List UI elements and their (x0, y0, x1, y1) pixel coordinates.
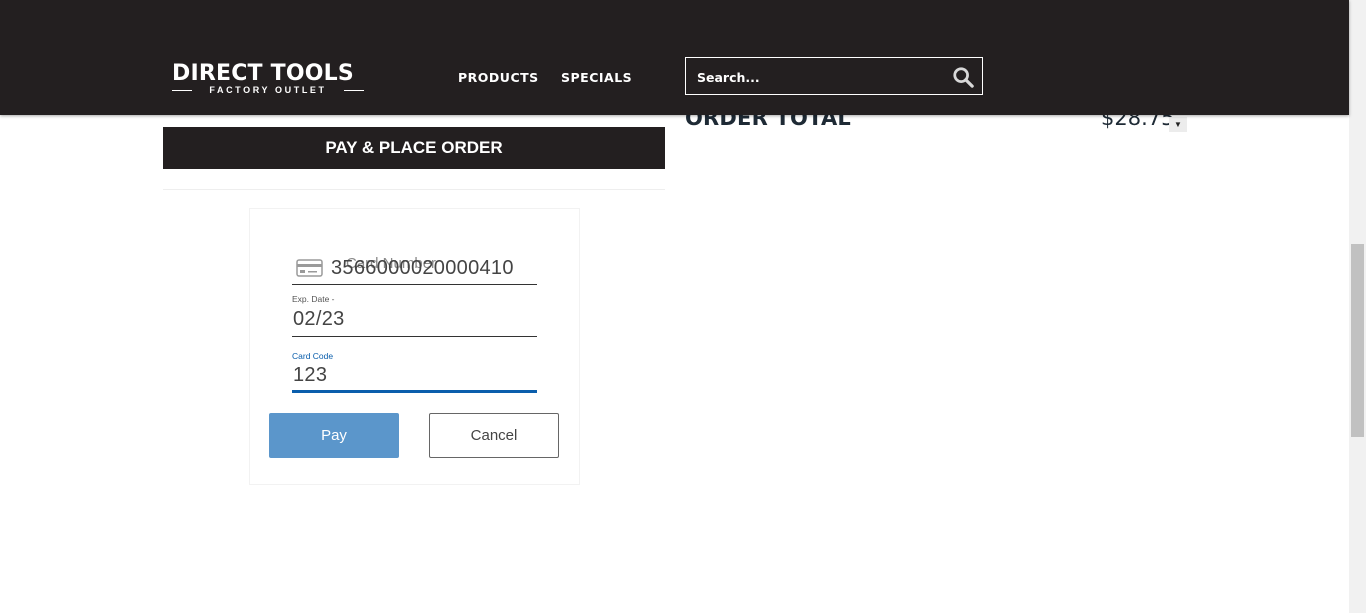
site-header: DIRECT TOOLS FACTORY OUTLET PRODUCTS SPE… (0, 0, 1349, 115)
exp-date-underline (292, 336, 537, 337)
nav-specials[interactable]: SPECIALS (561, 70, 632, 85)
card-code-label: Card Code (292, 351, 334, 361)
card-code-underline (292, 390, 537, 393)
exp-date-input[interactable]: 02/23 (293, 307, 345, 331)
scrollbar-thumb[interactable] (1351, 244, 1364, 437)
pay-place-order-button[interactable]: PAY & PLACE ORDER (163, 127, 665, 169)
logo-subtitle: FACTORY OUTLET (209, 85, 327, 95)
logo-divider-right (344, 90, 364, 91)
nav-products[interactable]: PRODUCTS (458, 70, 539, 85)
site-logo[interactable]: DIRECT TOOLS FACTORY OUTLET (172, 62, 366, 96)
search-icon[interactable] (952, 66, 974, 88)
card-code-input[interactable]: 123 (293, 363, 327, 387)
logo-title: DIRECT TOOLS (172, 61, 354, 86)
section-divider (163, 189, 665, 190)
card-number-underline (292, 284, 537, 285)
cancel-button[interactable]: Cancel (429, 413, 559, 458)
card-number-input[interactable]: 3566000020000410 (331, 256, 514, 280)
search-box (685, 57, 983, 95)
search-input[interactable] (697, 67, 937, 87)
exp-date-label: Exp. Date - (292, 294, 335, 304)
chevron-down-icon[interactable]: ▼ (1169, 117, 1187, 132)
credit-card-icon (296, 259, 323, 277)
pay-button[interactable]: Pay (269, 413, 399, 458)
